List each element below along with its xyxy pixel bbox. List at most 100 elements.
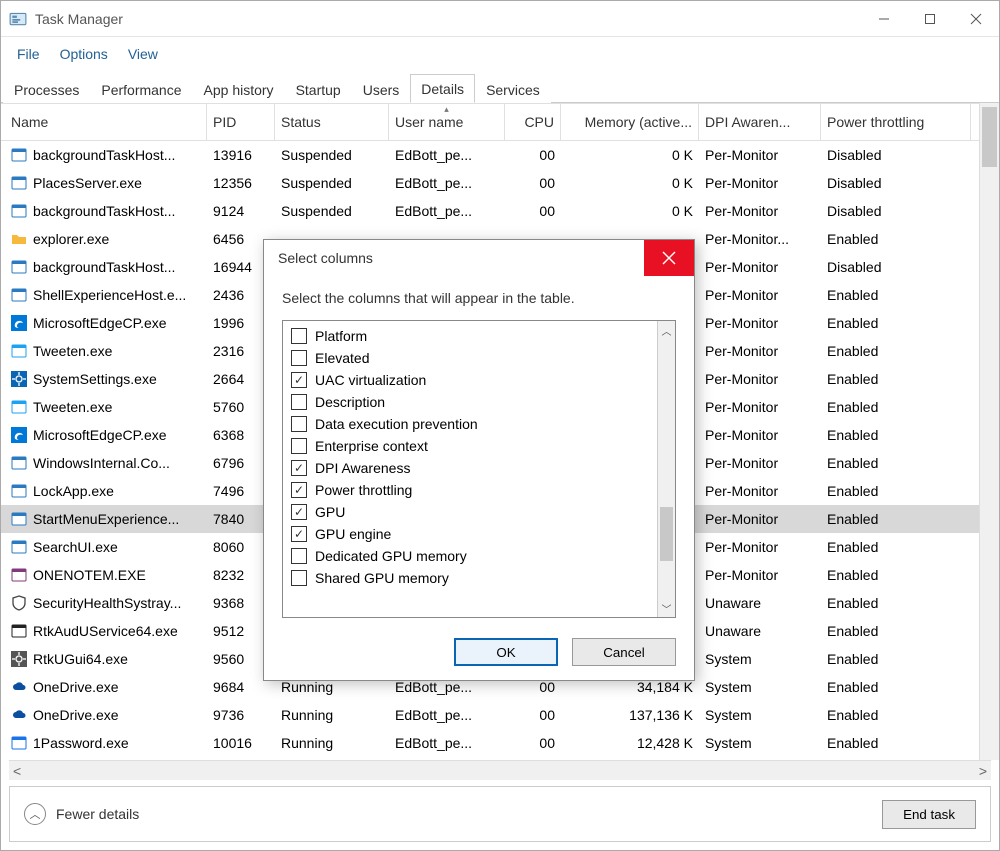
process-icon — [11, 427, 27, 443]
tab-startup[interactable]: Startup — [285, 75, 352, 103]
ok-button[interactable]: OK — [454, 638, 558, 666]
col-status[interactable]: Status — [275, 104, 389, 140]
horizontal-scrollbar[interactable]: < > — [9, 760, 991, 780]
col-power[interactable]: Power throttling — [821, 104, 971, 140]
process-icon — [11, 567, 27, 583]
menu-file[interactable]: File — [7, 42, 50, 66]
process-row[interactable]: OneDrive.exe9736RunningEdBott_pe...00137… — [1, 701, 979, 729]
close-button[interactable] — [953, 3, 999, 35]
cell-power: Enabled — [821, 455, 971, 471]
column-option[interactable]: Shared GPU memory — [287, 567, 653, 589]
column-option[interactable]: Elevated — [287, 347, 653, 369]
column-option[interactable]: Description — [287, 391, 653, 413]
checkbox[interactable]: ✓ — [291, 526, 307, 542]
cell-power: Disabled — [821, 175, 971, 191]
checkbox[interactable] — [291, 416, 307, 432]
column-option[interactable]: Platform — [287, 325, 653, 347]
tab-performance[interactable]: Performance — [90, 75, 192, 103]
dialog-close-button[interactable] — [644, 240, 694, 276]
scroll-thumb[interactable] — [982, 107, 997, 167]
scroll-left-icon[interactable]: < — [13, 763, 21, 779]
checkbox[interactable] — [291, 328, 307, 344]
column-option-label: Dedicated GPU memory — [315, 548, 467, 564]
cell-power: Enabled — [821, 567, 971, 583]
checkbox[interactable] — [291, 570, 307, 586]
col-cpu[interactable]: CPU — [505, 104, 561, 140]
process-icon — [11, 343, 27, 359]
col-pid[interactable]: PID — [207, 104, 275, 140]
col-username-label: User name — [395, 114, 463, 130]
cell-user: EdBott_pe... — [389, 175, 505, 191]
column-option[interactable]: ✓GPU engine — [287, 523, 653, 545]
col-dpi[interactable]: DPI Awaren... — [699, 104, 821, 140]
process-name: StartMenuExperience... — [33, 511, 179, 527]
checkbox[interactable] — [291, 548, 307, 564]
column-option[interactable]: Data execution prevention — [287, 413, 653, 435]
checkbox[interactable] — [291, 438, 307, 454]
tab-processes[interactable]: Processes — [3, 75, 90, 103]
tab-services[interactable]: Services — [475, 75, 551, 103]
process-row[interactable]: 1Password.exe10016RunningEdBott_pe...001… — [1, 729, 979, 757]
tab-app-history[interactable]: App history — [193, 75, 285, 103]
checkbox[interactable]: ✓ — [291, 482, 307, 498]
col-username[interactable]: ▴User name — [389, 104, 505, 140]
process-row[interactable]: backgroundTaskHost...13916SuspendedEdBot… — [1, 141, 979, 169]
column-option[interactable]: ✓Power throttling — [287, 479, 653, 501]
cell-power: Disabled — [821, 259, 971, 275]
cell-power: Enabled — [821, 483, 971, 499]
cell-power: Enabled — [821, 651, 971, 667]
dialog-buttons: OK Cancel — [264, 626, 694, 680]
cell-power: Enabled — [821, 707, 971, 723]
column-option[interactable]: ✓GPU — [287, 501, 653, 523]
process-name: backgroundTaskHost... — [33, 259, 175, 275]
dialog-hint: Select the columns that will appear in t… — [282, 290, 676, 306]
cell-pid: 9684 — [207, 679, 275, 695]
process-name: ONENOTEM.EXE — [33, 567, 146, 583]
col-name[interactable]: Name — [1, 104, 207, 140]
cell-status: Running — [275, 679, 389, 695]
tab-details[interactable]: Details — [410, 74, 475, 103]
process-row[interactable]: backgroundTaskHost...9124SuspendedEdBott… — [1, 197, 979, 225]
cell-dpi: Unaware — [699, 623, 821, 639]
scroll-right-icon[interactable]: > — [979, 763, 987, 779]
column-option[interactable]: Dedicated GPU memory — [287, 545, 653, 567]
checkbox[interactable] — [291, 350, 307, 366]
fewer-details-button[interactable]: ︿ Fewer details — [24, 803, 139, 825]
process-name: RtkUGui64.exe — [33, 651, 128, 667]
column-option[interactable]: Enterprise context — [287, 435, 653, 457]
column-checklist: PlatformElevated✓UAC virtualizationDescr… — [282, 320, 676, 618]
process-name: backgroundTaskHost... — [33, 203, 175, 219]
checkbox[interactable]: ✓ — [291, 504, 307, 520]
cancel-button[interactable]: Cancel — [572, 638, 676, 666]
dialog-scrollbar[interactable]: ︿ ﹀ — [657, 321, 675, 617]
cell-user: EdBott_pe... — [389, 203, 505, 219]
cell-cpu: 00 — [505, 707, 561, 723]
process-icon — [11, 595, 27, 611]
tab-users[interactable]: Users — [352, 75, 411, 103]
maximize-button[interactable] — [907, 3, 953, 35]
process-icon — [11, 371, 27, 387]
cell-dpi: Per-Monitor — [699, 427, 821, 443]
column-option[interactable]: ✓DPI Awareness — [287, 457, 653, 479]
process-icon — [11, 735, 27, 751]
checkbox[interactable] — [291, 394, 307, 410]
menu-options[interactable]: Options — [50, 42, 118, 66]
vertical-scrollbar[interactable] — [979, 103, 999, 760]
process-row[interactable]: PlacesServer.exe12356SuspendedEdBott_pe.… — [1, 169, 979, 197]
cell-power: Enabled — [821, 595, 971, 611]
end-task-button[interactable]: End task — [882, 800, 976, 829]
column-option[interactable]: ✓UAC virtualization — [287, 369, 653, 391]
scroll-up-icon[interactable]: ︿ — [658, 321, 675, 339]
checkbox[interactable]: ✓ — [291, 460, 307, 476]
process-name: MicrosoftEdgeCP.exe — [33, 315, 167, 331]
cell-dpi: Per-Monitor — [699, 511, 821, 527]
checkbox[interactable]: ✓ — [291, 372, 307, 388]
process-name: LockApp.exe — [33, 483, 114, 499]
menu-view[interactable]: View — [118, 42, 168, 66]
scroll-down-icon[interactable]: ﹀ — [658, 599, 675, 617]
column-headers: Name PID Status ▴User name CPU Memory (a… — [1, 103, 979, 141]
minimize-button[interactable] — [861, 3, 907, 35]
cell-dpi: Per-Monitor — [699, 539, 821, 555]
dialog-scroll-thumb[interactable] — [660, 507, 673, 561]
col-memory[interactable]: Memory (active... — [561, 104, 699, 140]
